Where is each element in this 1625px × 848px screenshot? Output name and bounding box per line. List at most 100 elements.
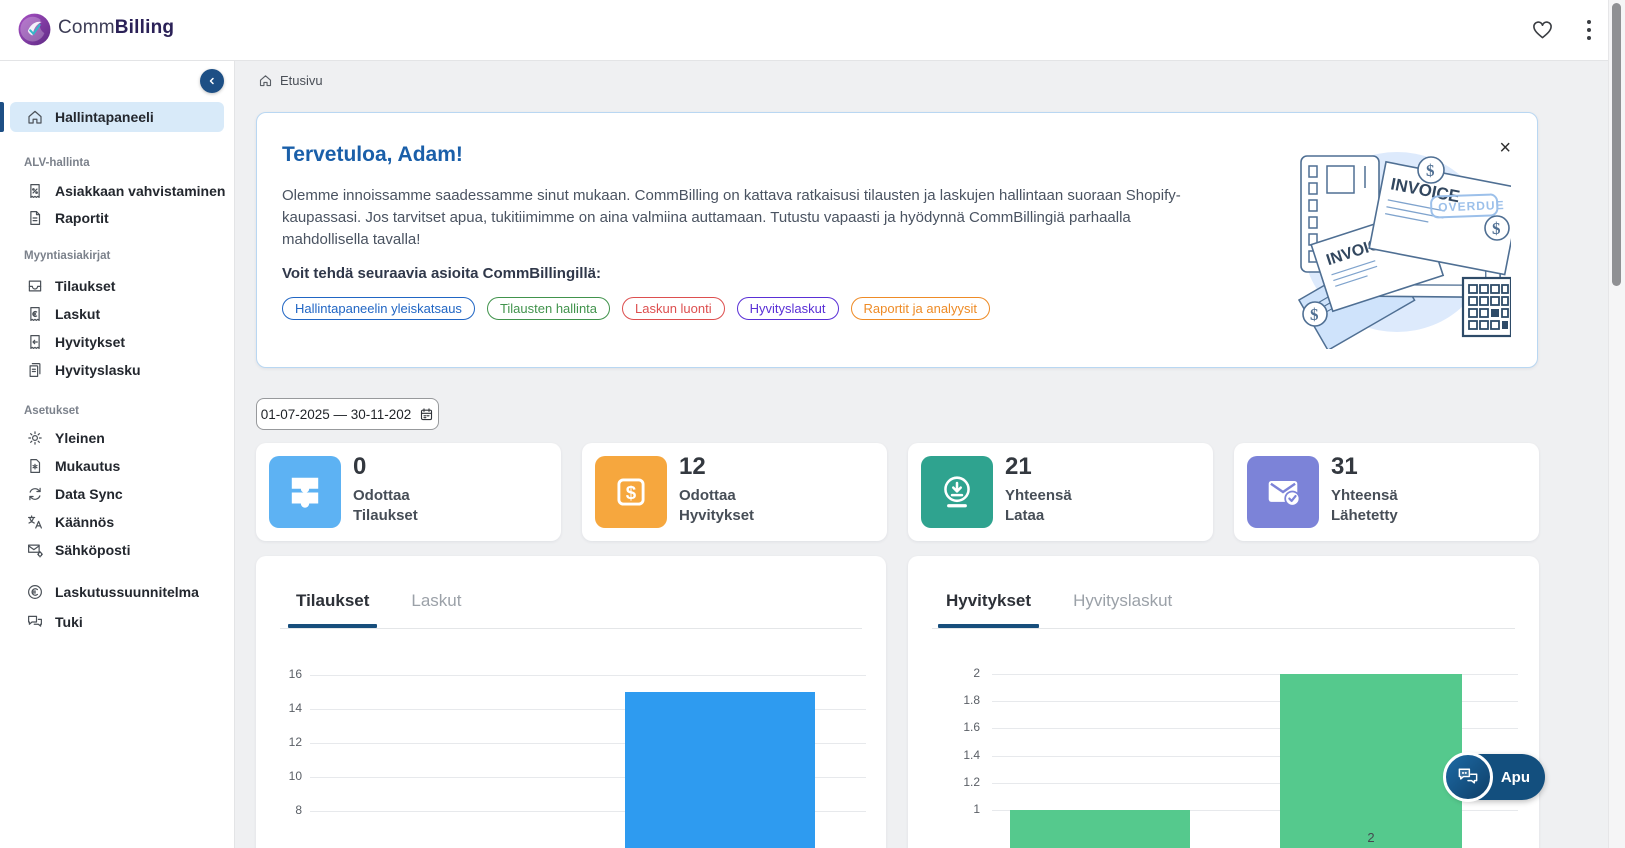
y-axis-tick-label: 1.6	[944, 720, 980, 734]
sidebar-item-hallintapaneeli[interactable]: Hallintapaneeli	[0, 103, 234, 130]
mail-check-icon	[1247, 456, 1319, 528]
credit-note-icon	[26, 361, 44, 379]
stat-label: Hyvitykset	[679, 507, 754, 524]
sidebar-section-alv-hallinta: ALV-hallinta	[24, 157, 90, 169]
y-axis-tick-label: 10	[266, 769, 302, 783]
bar-value-label: 2	[1280, 830, 1462, 845]
dollar-square-icon: $	[595, 456, 667, 528]
orders-archive-icon	[269, 456, 341, 528]
svg-text:$: $	[626, 482, 637, 503]
y-axis-tick-label: 14	[266, 701, 302, 715]
stat-value: 12	[679, 453, 706, 481]
sidebar-item-sahkoposti[interactable]: Sähköposti	[0, 536, 234, 563]
sidebar-section-asetukset: Asetukset	[24, 405, 79, 417]
stat-label: Tilaukset	[353, 507, 418, 524]
sidebar-item-asiakkaan-vahvistaminen[interactable]: Asiakkaan vahvistaminen	[0, 177, 234, 204]
sidebar-item-hyvityslasku[interactable]: Hyvityslasku	[0, 356, 234, 383]
y-axis-tick-label: 1.8	[944, 693, 980, 707]
customize-doc-icon	[26, 457, 44, 475]
stat-label: Yhteensä	[1005, 487, 1072, 504]
stat-label: Odottaa	[679, 487, 736, 504]
calendar-icon	[419, 407, 434, 422]
welcome-pill[interactable]: Hallintapaneelin yleiskatsaus	[282, 297, 475, 320]
receipt-percent-icon	[26, 182, 44, 200]
tab-laskut[interactable]: Laskut	[411, 590, 461, 627]
orders-tray-icon	[26, 277, 44, 295]
stat-value: 0	[353, 453, 366, 481]
stat-label: Lataa	[1005, 507, 1044, 524]
stat-value: 21	[1005, 453, 1032, 481]
commbilling-logo-icon	[16, 11, 53, 48]
heart-icon[interactable]	[1531, 19, 1554, 40]
kebab-menu-icon[interactable]	[1582, 17, 1596, 43]
brand-name: CommBilling	[58, 17, 174, 39]
svg-text:$: $	[1310, 305, 1319, 324]
y-axis-tick-label: 2	[944, 666, 980, 680]
stat-card-yhteensa-lahetetty: 31 Yhteensä Lähetetty	[1234, 443, 1539, 541]
euro-circle-icon	[26, 583, 44, 601]
chart-gridline	[310, 675, 866, 676]
translate-icon	[26, 513, 44, 531]
date-range-picker[interactable]: 01-07-2025 — 30-11-202	[256, 398, 439, 430]
stat-label: Yhteensä	[1331, 487, 1398, 504]
chart-bar	[1010, 810, 1190, 848]
tab-tilaukset[interactable]: Tilaukset	[296, 590, 369, 627]
welcome-pills: Hallintapaneelin yleiskatsaus Tilausten h…	[282, 297, 990, 320]
welcome-title: Tervetuloa, Adam!	[282, 143, 463, 167]
scrollbar-thumb[interactable]	[1612, 3, 1621, 286]
stat-card-odottaa-tilaukset: 0 Odottaa Tilaukset	[256, 443, 561, 541]
chat-bubbles-icon	[1443, 752, 1493, 802]
welcome-pill[interactable]: Laskun luonti	[622, 297, 725, 320]
sidebar-collapse-button[interactable]	[200, 69, 224, 93]
sync-icon	[26, 485, 44, 503]
stat-value: 31	[1331, 453, 1358, 481]
sidebar-item-mukautus[interactable]: Mukautus	[0, 452, 234, 479]
tab-divider	[932, 628, 1515, 629]
welcome-pill[interactable]: Raportit ja analyysit	[851, 297, 990, 320]
date-range-value: 01-07-2025 — 30-11-202	[261, 407, 412, 422]
stat-card-odottaa-hyvitykset: $ 12 Odottaa Hyvitykset	[582, 443, 887, 541]
welcome-card: Tervetuloa, Adam! Olemme innoissamme saa…	[256, 112, 1538, 368]
sidebar-item-tilaukset[interactable]: Tilaukset	[0, 272, 234, 299]
chart-bar	[625, 692, 815, 848]
breadcrumb[interactable]: Etusivu	[258, 73, 323, 88]
invoices-overdue-illustration: INVOICE INVOICE OVERDUE $ $ $	[1279, 127, 1511, 349]
y-axis-tick-label: 1.2	[944, 775, 980, 789]
y-axis-tick-label: 8	[266, 803, 302, 817]
sidebar-item-laskut[interactable]: Laskut	[0, 300, 234, 327]
sidebar-item-kaannos[interactable]: Käännös	[0, 508, 234, 535]
welcome-actions-intro: Voit tehdä seuraavia asioita CommBilling…	[282, 265, 601, 282]
scrollbar-track[interactable]	[1608, 0, 1625, 848]
sidebar-item-raportit[interactable]: Raportit	[0, 204, 234, 231]
topbar: CommBilling	[0, 0, 1625, 61]
help-button[interactable]: Apu	[1446, 754, 1545, 800]
download-circle-icon	[921, 456, 993, 528]
welcome-body: Olemme innoissamme saadessamme sinut muk…	[282, 185, 1182, 251]
tab-hyvitykset[interactable]: Hyvitykset	[946, 590, 1031, 627]
stat-label: Odottaa	[353, 487, 410, 504]
refunds-chart-tabs: Hyvitykset Hyvityslaskut	[946, 590, 1172, 627]
y-axis-tick-label: 12	[266, 735, 302, 749]
refund-receipt-icon	[26, 333, 44, 351]
sidebar-item-laskutussuunnitelma[interactable]: Laskutussuunnitelma	[0, 578, 234, 605]
sidebar-section-myyntiasiakirjat: Myyntiasiakirjat	[24, 250, 110, 262]
sidebar-item-hyvitykset[interactable]: Hyvitykset	[0, 328, 234, 355]
home-icon	[26, 108, 44, 126]
email-settings-icon	[26, 541, 44, 559]
tab-hyvityslaskut[interactable]: Hyvityslaskut	[1073, 590, 1172, 627]
sidebar-item-tuki[interactable]: Tuki	[0, 608, 234, 635]
invoice-euro-icon	[26, 305, 44, 323]
stat-card-yhteensa-lataa: 21 Yhteensä Lataa	[908, 443, 1213, 541]
sidebar-item-data-sync[interactable]: Data Sync	[0, 480, 234, 507]
svg-text:$: $	[1492, 219, 1501, 238]
breadcrumb-label: Etusivu	[280, 73, 323, 88]
welcome-pill[interactable]: Hyvityslaskut	[737, 297, 839, 320]
sidebar-item-yleinen[interactable]: Yleinen	[0, 424, 234, 451]
svg-text:$: $	[1426, 161, 1435, 180]
welcome-pill[interactable]: Tilausten hallinta	[487, 297, 610, 320]
support-chat-icon	[26, 613, 44, 631]
app-window: CommBilling Hallintapaneeli ALV-hal	[0, 0, 1625, 848]
gear-icon	[26, 429, 44, 447]
y-axis-tick-label: 1.4	[944, 748, 980, 762]
chevron-left-icon	[206, 75, 218, 87]
